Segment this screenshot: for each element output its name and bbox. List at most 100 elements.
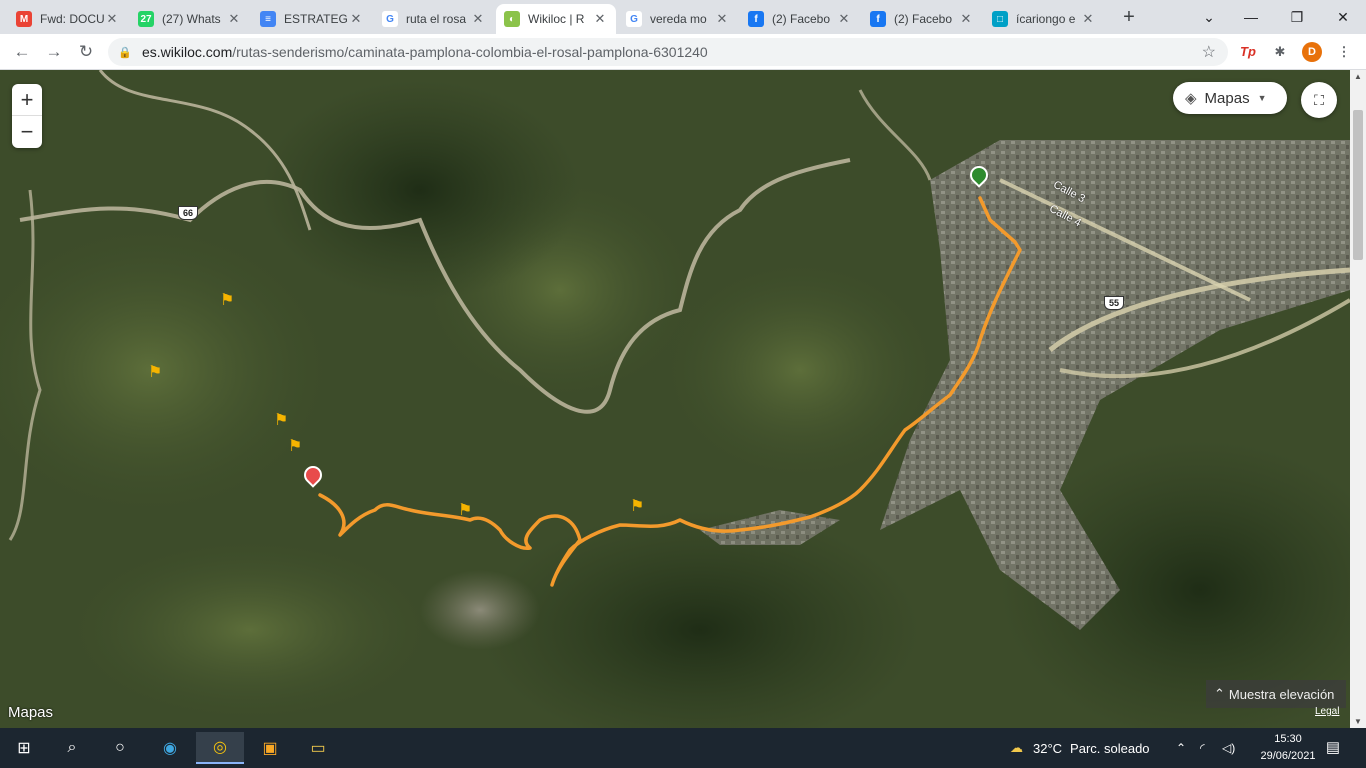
road-shield-66: 66 (178, 206, 198, 220)
close-tab-icon[interactable]: ✕ (592, 11, 608, 27)
browser-tab[interactable]: f (2) Facebo ✕ (740, 4, 860, 34)
wikiloc-icon: ◐ (504, 11, 520, 27)
close-tab-icon[interactable]: ✕ (226, 11, 242, 27)
weather-desc: Parc. soleado (1070, 740, 1150, 756)
legal-link[interactable]: Legal (1315, 706, 1339, 717)
zoom-control: + − (12, 84, 42, 148)
chevron-up-icon: ⌃ (1214, 686, 1225, 701)
browser-tab[interactable]: M Fwd: DOCU ✕ (8, 4, 128, 34)
road-shield-55: 55 (1104, 296, 1124, 310)
extension-tp-icon[interactable]: Tp (1238, 42, 1258, 62)
notification-icon[interactable]: ▤ (1320, 738, 1346, 756)
web-icon: □ (992, 11, 1008, 27)
scroll-down-icon[interactable]: ▼ (1350, 717, 1366, 726)
bookmark-star-icon[interactable]: ☆ (1202, 42, 1216, 62)
close-window-button[interactable]: ✕ (1320, 0, 1366, 34)
apple-maps-logo: Mapas (8, 704, 53, 721)
tab-title: (27) Whats (162, 12, 221, 26)
google-docs-icon: ≡ (260, 11, 276, 27)
facebook-icon: f (870, 11, 886, 27)
waypoint-flag-icon[interactable]: ⚑ (288, 436, 302, 456)
waypoint-flag-icon[interactable]: ⚑ (148, 362, 162, 382)
waypoint-flag-icon[interactable]: ⚑ (458, 500, 472, 520)
close-tab-icon[interactable]: ✕ (470, 11, 486, 27)
file-explorer-icon[interactable]: ▭ (294, 732, 342, 764)
browser-tab[interactable]: ◐ Wikiloc | R ✕ (496, 4, 616, 34)
browser-tab[interactable]: □ ícariongo e ✕ (984, 4, 1104, 34)
lock-icon: 🔒 (118, 46, 132, 59)
maps-brand-label: Mapas (8, 704, 54, 721)
satellite-map[interactable]: 66 55 Calle 3 Calle 4 ⚑ ⚑ ⚑ ⚑ ⚑ ⚑ + − ◈ … (0, 70, 1350, 728)
chevron-down-icon: ▼ (1257, 93, 1267, 103)
weather-temp: 32°C (1033, 740, 1063, 756)
close-tab-icon[interactable]: ✕ (836, 11, 852, 27)
tab-title: ESTRATEGI (284, 12, 348, 26)
page-scrollbar[interactable]: ▲ ▼ (1350, 70, 1366, 728)
back-button[interactable]: ← (8, 38, 36, 66)
tab-title: ruta el rosa (406, 12, 467, 26)
chrome-icon[interactable]: ◎ (196, 732, 244, 764)
volume-icon[interactable]: ◁) (1222, 728, 1235, 768)
forward-button[interactable]: → (40, 38, 68, 66)
extensions-puzzle-icon[interactable]: ✱ (1270, 42, 1290, 62)
layers-icon: ◈ (1185, 90, 1197, 107)
close-tab-icon[interactable]: ✕ (714, 11, 730, 27)
zoom-out-button[interactable]: − (12, 116, 42, 148)
task-view-icon[interactable]: ○ (96, 732, 144, 764)
elevation-label: Muestra elevación (1228, 686, 1335, 702)
system-clock[interactable]: 15:30 29/06/2021 (1258, 731, 1318, 765)
map-terrain (0, 70, 1350, 728)
search-icon[interactable]: ⌕ (48, 732, 96, 764)
waypoint-flag-icon[interactable]: ⚑ (630, 496, 644, 516)
url-domain: es.wikiloc.com (142, 44, 233, 60)
wifi-icon[interactable]: ◜ (1200, 728, 1205, 768)
tab-title: (2) Facebo (894, 12, 953, 26)
browser-tab[interactable]: f (2) Facebo ✕ (862, 4, 982, 34)
weather-widget[interactable]: ☁ 32°C Parc. soleado (1010, 728, 1150, 768)
browser-tab[interactable]: ≡ ESTRATEGI ✕ (252, 4, 372, 34)
browser-tab[interactable]: Gruta el rosa ✕ (374, 4, 494, 34)
close-tab-icon[interactable]: ✕ (958, 11, 974, 27)
url-path: /rutas-senderismo/caminata-pamplona-colo… (232, 44, 708, 60)
browser-tab[interactable]: Gvereda mo ✕ (618, 4, 738, 34)
whatsapp-icon: 27 (138, 11, 154, 27)
fullscreen-button[interactable]: ⛶ (1301, 82, 1337, 118)
windows-taskbar: ⊞ ⌕ ○ ◉ ◎ ▣ ▭ ☁ 32°C Parc. soleado ⌃ ◜ ◁… (0, 728, 1366, 768)
minimize-button[interactable]: — (1228, 0, 1274, 34)
waypoint-flag-icon[interactable]: ⚑ (274, 410, 288, 430)
address-bar[interactable]: 🔒 es.wikiloc.com/rutas-senderismo/camina… (108, 38, 1228, 66)
browser-tab-strip: M Fwd: DOCU ✕ 27 (27) Whats ✕ ≡ ESTRATEGI ✕ Gruta… (0, 0, 1366, 34)
tray-chevron-up-icon[interactable]: ⌃ (1176, 728, 1186, 768)
clock-date: 29/06/2021 (1260, 750, 1316, 762)
weather-cloud-icon: ☁ (1010, 740, 1023, 755)
windows-start-icon[interactable]: ⊞ (0, 732, 48, 764)
chrome-menu-icon[interactable]: ⋮ (1334, 42, 1354, 62)
map-type-label: Mapas (1204, 89, 1250, 107)
map-type-selector[interactable]: ◈ Mapas ▼ (1173, 82, 1287, 114)
close-tab-icon[interactable]: ✕ (348, 11, 364, 27)
zoom-in-button[interactable]: + (12, 84, 42, 116)
scroll-up-icon[interactable]: ▲ (1350, 72, 1366, 81)
tab-title: vereda mo (650, 12, 707, 26)
scrollbar-thumb[interactable] (1353, 110, 1363, 260)
waypoint-flag-icon[interactable]: ⚑ (220, 290, 234, 310)
tab-title: (2) Facebo (772, 12, 831, 26)
tab-title: Fwd: DOCU (40, 12, 104, 26)
new-tab-button[interactable]: + (1118, 6, 1140, 28)
google-icon: G (382, 11, 398, 27)
gmail-icon: M (16, 11, 32, 27)
google-icon: G (626, 11, 642, 27)
restore-button[interactable]: ❐ (1274, 0, 1320, 34)
close-tab-icon[interactable]: ✕ (104, 11, 120, 27)
browser-tab[interactable]: 27 (27) Whats ✕ (130, 4, 250, 34)
tab-title: ícariongo e (1016, 12, 1076, 26)
tab-search-icon[interactable]: ⌄ (1186, 0, 1232, 34)
tab-title: Wikiloc | R (528, 12, 585, 26)
profile-avatar[interactable]: D (1302, 42, 1322, 62)
close-tab-icon[interactable]: ✕ (1080, 11, 1096, 27)
show-elevation-button[interactable]: ⌃ Muestra elevación (1206, 680, 1346, 708)
edge-icon[interactable]: ◉ (146, 732, 194, 764)
browser-toolbar: ← → ↻ 🔒 es.wikiloc.com/rutas-senderismo/… (0, 34, 1366, 70)
reload-button[interactable]: ↻ (72, 38, 100, 66)
store-icon[interactable]: ▣ (246, 732, 294, 764)
